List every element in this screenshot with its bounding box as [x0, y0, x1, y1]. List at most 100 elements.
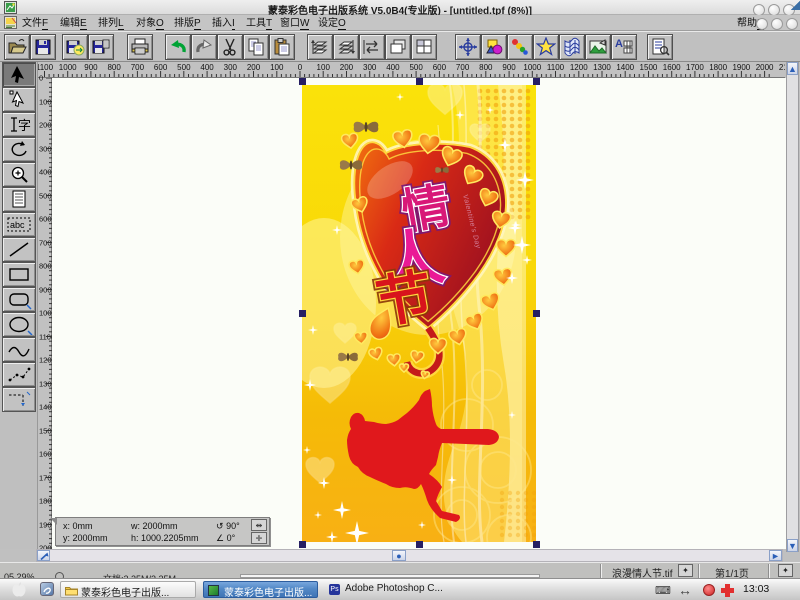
h-ruler-label: 2100 [779, 63, 785, 72]
tool-rectangle[interactable] [2, 262, 36, 287]
cascade-button[interactable] [385, 34, 411, 60]
menu-i5[interactable]: 插入I [212, 18, 235, 29]
menu-e1[interactable]: 编辑E [60, 18, 87, 29]
info-y: y: 2000mm [63, 533, 108, 543]
selection-handle[interactable] [533, 78, 540, 85]
info-flip-button[interactable]: ⇹ [251, 519, 267, 531]
app-icon-small [208, 585, 219, 596]
health-icon [721, 584, 734, 597]
scroll-left-button[interactable] [37, 550, 50, 561]
shapes-button[interactable] [481, 34, 507, 60]
poster-image[interactable]: 情情人人节节Valentine's Day [302, 85, 536, 542]
tool-page[interactable] [2, 187, 36, 212]
warp-grid-button[interactable] [559, 34, 585, 60]
save-as-button[interactable] [88, 34, 114, 60]
task-photoshop-window[interactable]: Ps Adobe Photoshop C... [325, 581, 450, 598]
svg-text:abc: abc [10, 220, 25, 230]
taskbar: 蒙泰彩色电子出版... 蒙泰彩色电子出版... Ps Adobe Photosh… [0, 578, 800, 600]
tool-palette: 字 abc [0, 62, 38, 549]
poster-char-2: 节 [372, 263, 438, 335]
tool-abc[interactable]: abc [2, 212, 36, 237]
horizontal-ruler: 1100100090080070060050040030020010001002… [38, 62, 785, 78]
selection-handle[interactable] [533, 310, 540, 317]
selection-handle[interactable] [416, 78, 423, 85]
vertical-scrollbar[interactable]: ▲ ▼ [786, 62, 799, 552]
corner-decoration [790, 0, 800, 10]
selection-handle[interactable] [299, 310, 306, 317]
scroll-up-button[interactable]: ▲ [787, 62, 798, 75]
menu-o3[interactable]: 对象O [136, 18, 164, 29]
menu-p4[interactable]: 排版P [174, 18, 201, 29]
horizontal-scrollbar[interactable]: ● ► [36, 549, 783, 562]
info-center-button[interactable]: ✛ [251, 532, 267, 544]
image-button[interactable] [585, 34, 611, 60]
paste-button[interactable] [269, 34, 295, 60]
file-nav-button[interactable]: ✦ [678, 564, 693, 577]
selection-handle[interactable] [299, 78, 306, 85]
tool-polyline[interactable] [2, 362, 36, 387]
scroll-right-button[interactable]: ► [769, 550, 782, 561]
info-x: x: 0mm [63, 521, 93, 531]
tool-ellipse[interactable] [2, 312, 36, 337]
bring-front-button[interactable] [307, 34, 333, 60]
save-button[interactable] [30, 34, 56, 60]
keyboard-icon: ⌨ [655, 584, 671, 597]
document-canvas[interactable]: 情情人人节节Valentine's Day [52, 78, 786, 549]
tool-text[interactable]: 字 [2, 112, 36, 137]
tool-rotate[interactable] [2, 137, 36, 162]
antivirus-icon [703, 584, 715, 596]
page-nav-button[interactable]: ✦ [778, 564, 793, 577]
redo-button[interactable] [191, 34, 217, 60]
quicklaunch-icon[interactable] [40, 582, 54, 596]
star-button[interactable] [533, 34, 559, 60]
tool-rounded-rect[interactable] [2, 287, 36, 312]
task-folder-window[interactable]: 蒙泰彩色电子出版... [60, 581, 196, 598]
tool-measure[interactable] [2, 387, 36, 412]
info-h: h: 1000.2205mm [131, 533, 199, 543]
menu-w7[interactable]: 窗口W [280, 18, 309, 29]
menu-t6[interactable]: 工具T [246, 18, 272, 29]
svg-text:字: 字 [18, 118, 31, 133]
info-w: w: 2000mm [131, 521, 178, 531]
copy-button[interactable] [243, 34, 269, 60]
send-back-button[interactable] [333, 34, 359, 60]
print-button[interactable] [127, 34, 153, 60]
tool-line[interactable] [2, 237, 36, 262]
rotate-icon: ↺ 90° [216, 521, 240, 532]
open-button[interactable] [4, 34, 30, 60]
import-button[interactable] [62, 34, 88, 60]
title-bar: 蒙泰彩色电子出版系统 V5.0B4(专业版) - [untitled.tpf (… [0, 0, 800, 15]
task-app-window[interactable]: 蒙泰彩色电子出版... [203, 581, 318, 598]
skew-icon: ∠ 0° [216, 533, 235, 544]
tool-curve[interactable] [2, 337, 36, 362]
doc-minimize-button[interactable] [756, 18, 768, 30]
clock: 13:03 [743, 583, 769, 595]
menu-f0[interactable]: 文件F [22, 18, 48, 29]
selection-handle[interactable] [533, 541, 540, 548]
tool-zoom[interactable] [2, 162, 36, 187]
scroll-thumb[interactable]: ● [392, 550, 406, 561]
split-window-button[interactable] [411, 34, 437, 60]
doc-close-button[interactable] [786, 18, 798, 30]
menu-o8[interactable]: 设定O [318, 18, 346, 29]
app-bottom-row: 05.29% 文档:2.25M/2.25M [0, 571, 540, 578]
selection-handle[interactable] [299, 541, 306, 548]
menu-l2[interactable]: 排列L [98, 18, 124, 29]
move-button[interactable] [455, 34, 481, 60]
scroll-down-button[interactable]: ▼ [787, 539, 798, 552]
doc-restore-button[interactable] [771, 18, 783, 30]
cut-button[interactable] [217, 34, 243, 60]
color-dots-button[interactable] [507, 34, 533, 60]
tool-node-select[interactable] [2, 87, 36, 112]
text-grid-button[interactable]: A [611, 34, 637, 60]
object-info-panel: x: 0mm y: 2000mm w: 2000mm h: 1000.2205m… [55, 517, 270, 546]
toolbar: A [0, 31, 800, 62]
tool-select[interactable] [2, 62, 36, 87]
start-button[interactable] [10, 581, 28, 599]
selection-handle[interactable] [416, 541, 423, 548]
undo-button[interactable] [165, 34, 191, 60]
print-preview-button[interactable] [647, 34, 673, 60]
swap-order-button[interactable] [359, 34, 385, 60]
photoshop-icon: Ps [329, 584, 340, 595]
network-icon: ↔ [678, 582, 692, 598]
